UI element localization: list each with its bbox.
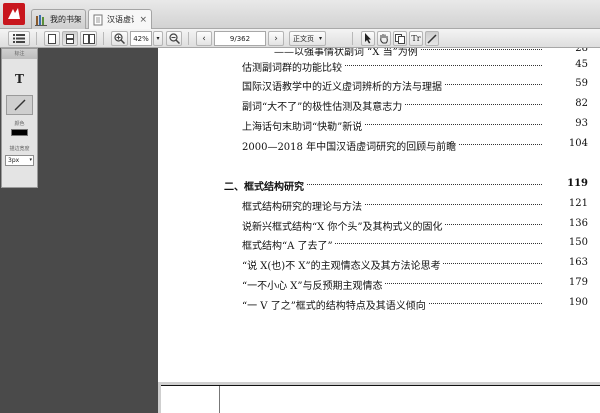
toc-entry-title: “一 V 了之”框式的结构特点及其语义倾向 — [242, 297, 428, 312]
toc-entry-page: 59 — [543, 78, 588, 89]
continuous-page-button[interactable] — [62, 31, 78, 46]
panel-title: 标注 — [2, 49, 37, 59]
select-tool-button[interactable] — [361, 31, 375, 46]
toc-entry[interactable]: 框式结构研究的理论与方法 121 — [158, 198, 600, 214]
app-logo — [3, 3, 25, 25]
annotation-tool-panel: 标注 T 颜色 描边宽度 3px ▾ — [1, 48, 38, 188]
toc-entry-title: 框式结构“A 了去了” — [242, 237, 335, 252]
toc-entry[interactable]: 2000—2018 年中国汉语虚词研究的回顾与前瞻 104 — [158, 138, 600, 154]
chevron-down-icon: ▾ — [156, 35, 160, 42]
zoom-in-icon — [114, 33, 125, 44]
toc-entry-title: 估测副词群的功能比较 — [242, 59, 344, 74]
cursor-arrow-icon — [365, 33, 371, 44]
tab-bar: 我的书架 汉语虚词的多... × — [0, 0, 600, 29]
toc-entry-page: 104 — [543, 138, 588, 149]
list-icon — [13, 34, 25, 43]
toc-entry-page: 136 — [543, 218, 588, 229]
toc-entry[interactable]: 上海话句末助词“快勒”新说 93 — [158, 118, 600, 134]
toc-entry-page: 82 — [543, 98, 588, 109]
toc-entry[interactable]: 估测副词群的功能比较 45 — [158, 59, 600, 75]
tab-label: 汉语虚词的多... — [107, 15, 134, 24]
page-number-field[interactable]: 9/362 — [214, 31, 266, 46]
toc-entry-title: 上海话句末助词“快勒”新说 — [242, 118, 365, 133]
document-icon — [92, 14, 104, 26]
menu-button[interactable] — [8, 31, 30, 46]
toc-entry-title: 框式结构研究的理论与方法 — [242, 198, 364, 213]
next-document-page — [161, 385, 600, 413]
text-select-button[interactable]: Tr — [409, 31, 423, 46]
page-rule — [219, 386, 220, 413]
toc-entry-page: 150 — [543, 237, 588, 248]
continuous-page-icon — [66, 33, 74, 44]
toc-entry-page: 163 — [543, 257, 588, 268]
toc-entry-page: 28 — [543, 48, 588, 54]
toc-section-heading[interactable]: 二、框式结构研究 119 — [158, 178, 600, 194]
tab-bookshelf[interactable]: 我的书架 — [31, 9, 86, 29]
toc-entry-title: “一不小心 X”与反预期主观情态 — [242, 277, 385, 292]
toc-entry-title: 2000—2018 年中国汉语虚词研究的回顾与前瞻 — [242, 138, 459, 153]
tab-current-book[interactable]: 汉语虚词的多... × — [88, 9, 152, 29]
pencil-icon — [427, 33, 437, 44]
double-page-button[interactable] — [80, 31, 97, 46]
chevron-right-icon: › — [274, 33, 278, 44]
chevron-down-icon: ▾ — [29, 157, 32, 163]
hand-tool-button[interactable] — [377, 31, 391, 46]
toc-entry[interactable]: “说 X(也)不 X”的主观情态义及其方法论思考 163 — [158, 257, 600, 273]
app-logo-icon — [8, 8, 20, 19]
toc-entry-page: 119 — [543, 178, 588, 189]
color-swatch[interactable] — [11, 129, 28, 136]
view-mode-select[interactable]: 正文页 ▾ — [289, 31, 326, 46]
toc-entry[interactable]: 说新兴框式结构“X 你个头”及其构式义的固化 136 — [158, 218, 600, 234]
toc-entry-title: 二、框式结构研究 — [224, 178, 306, 193]
toc-entry-title: 说新兴框式结构“X 你个头”及其构式义的固化 — [242, 218, 445, 233]
chevron-down-icon: ▾ — [318, 35, 322, 42]
tab-label: 我的书架 — [50, 15, 81, 24]
stroke-width-select[interactable]: 3px ▾ — [5, 155, 34, 166]
single-page-button[interactable] — [44, 31, 60, 46]
toc-entry[interactable]: “一不小心 X”与反预期主观情态 179 — [158, 277, 600, 293]
toc-entry-title: 副词“大不了”的极性估测及其意志力 — [242, 98, 405, 113]
color-label: 颜色 — [14, 121, 25, 127]
stroke-width-label: 描边宽度 — [9, 146, 30, 152]
toc-entry[interactable]: 框式结构“A 了去了” 150 — [158, 237, 600, 253]
line-annotation-tool[interactable] — [6, 95, 33, 115]
document-page: ——以强事情状副词 “X 当”为例 28 估测副词群的功能比较 45 国际汉语教学中的近… — [158, 48, 600, 382]
toc-entry[interactable]: ——以强事情状副词 “X 当”为例 28 — [158, 48, 600, 59]
text-annotation-tool[interactable]: T — [6, 69, 33, 89]
bookshelf-icon — [35, 14, 47, 26]
text-tool-icon: T — [15, 72, 24, 86]
previous-page-button[interactable]: ‹ — [196, 31, 212, 46]
zoom-out-icon — [168, 33, 180, 44]
text-tool-icon: Tr — [411, 34, 421, 43]
toc-entry-page: 93 — [543, 118, 588, 129]
zoom-dropdown-button[interactable]: ▾ — [153, 31, 163, 46]
close-icon[interactable]: × — [139, 15, 147, 25]
zoom-out-button[interactable] — [166, 31, 182, 46]
toc-entry-title: “说 X(也)不 X”的主观情态义及其方法论思考 — [242, 257, 443, 272]
chevron-left-icon: ‹ — [202, 33, 206, 44]
view-mode-label: 正文页 — [293, 34, 314, 43]
line-icon — [14, 99, 25, 111]
toc-entry[interactable]: “一 V 了之”框式的结构特点及其语义倾向 190 — [158, 297, 600, 313]
zoom-in-button[interactable] — [111, 31, 128, 46]
toc-entry[interactable]: 副词“大不了”的极性估测及其意志力 82 — [158, 98, 600, 114]
book-icon — [82, 33, 95, 44]
toc-entry-title: 国际汉语教学中的近义虚词辨析的方法与理据 — [242, 78, 444, 93]
toc-entry-page: 121 — [543, 198, 588, 209]
pen-tool-button[interactable] — [425, 31, 439, 46]
copy-icon — [395, 33, 405, 44]
toc-entry-title: ——以强事情状副词 “X 当”为例 — [274, 48, 420, 58]
toolbar: 42% ▾ ‹ 9/362 › 正文页 ▾ Tr — [0, 29, 600, 48]
hand-icon — [380, 34, 388, 44]
toc-entry-page: 45 — [543, 59, 588, 70]
stroke-width-value: 3px — [8, 157, 20, 164]
toc-entry[interactable]: 国际汉语教学中的近义虚词辨析的方法与理据 59 — [158, 78, 600, 94]
toc-entry-page: 179 — [543, 277, 588, 288]
zoom-level[interactable]: 42% — [130, 31, 152, 46]
single-page-icon — [48, 33, 56, 44]
toc-entry-page: 190 — [543, 297, 588, 308]
copy-button[interactable] — [393, 31, 407, 46]
next-page-button[interactable]: › — [268, 31, 284, 46]
